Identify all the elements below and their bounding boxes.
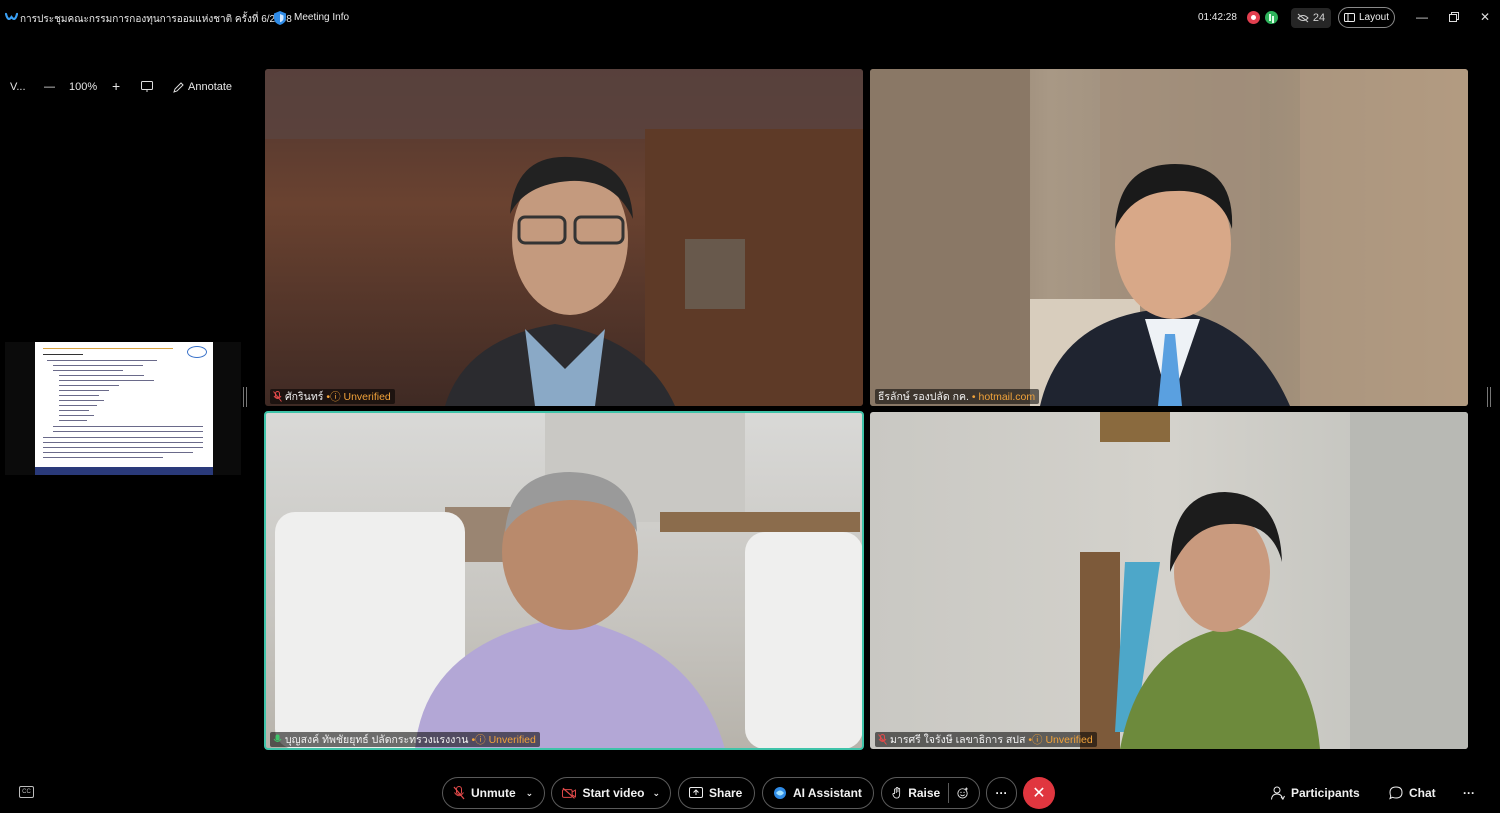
start-video-button[interactable]: Start video ⌄	[551, 777, 671, 809]
view-menu[interactable]: V...	[10, 81, 26, 93]
end-call-button[interactable]: ✕	[1023, 777, 1055, 809]
chevron-down-icon[interactable]: ⌄	[526, 788, 534, 799]
chat-button[interactable]: Chat	[1389, 786, 1436, 800]
captions-icon[interactable]: CC	[19, 786, 34, 798]
hidden-participants-count: 24	[1312, 12, 1326, 24]
unmute-label: Unmute	[471, 786, 516, 800]
shield-icon[interactable]	[273, 10, 287, 26]
eye-off-icon	[1297, 13, 1309, 23]
annotate-button[interactable]: Annotate	[173, 81, 232, 93]
hand-icon	[892, 787, 901, 799]
chevron-down-icon[interactable]: ⌄	[652, 788, 660, 799]
mic-active-icon	[273, 734, 282, 742]
shared-content-thumbnail[interactable]	[5, 342, 241, 475]
verification-status: •ⓘ Unverified	[326, 391, 391, 403]
network-health-icon[interactable]	[1265, 11, 1278, 24]
hidden-participants-button[interactable]: 24	[1291, 8, 1331, 28]
share-label: Share	[709, 786, 743, 800]
participant-name-tag: บุญสงค์ ทัพชัยยุทธ์ ปลัดกระทรวงแรงงาน •ⓘ…	[270, 732, 540, 747]
pen-icon	[173, 81, 184, 93]
layout-label: Layout	[1358, 12, 1390, 23]
video-tile-3[interactable]: บุญสงค์ ทัพชัยยุทธ์ ปลัดกระทรวงแรงงาน •ⓘ…	[264, 411, 864, 750]
participant-video	[870, 69, 1468, 406]
left-splitter[interactable]	[243, 387, 247, 407]
participant-video	[265, 69, 863, 406]
participant-name-tag: ธีรลักษ์ รองปลัด กค. • hotmail.com	[875, 389, 1040, 404]
verification-status: •ⓘ Unverified	[471, 734, 536, 746]
close-icon[interactable]: ✕	[1477, 9, 1493, 25]
participant-name: ศักรินทร์	[285, 391, 324, 403]
ai-assistant-button[interactable]: AI Assistant	[762, 777, 874, 809]
participants-label: Participants	[1291, 786, 1360, 800]
meeting-info-button[interactable]: Meeting Info	[294, 12, 349, 23]
content-toolbar: V... — 100% + Annotate	[0, 38, 300, 94]
recording-icon[interactable]	[1247, 11, 1260, 24]
meeting-title: การประชุมคณะกรรมการกองทุนการออมแห่งชาติ …	[20, 14, 292, 25]
more-icon: ···	[995, 786, 1008, 800]
raise-label: Raise	[908, 786, 941, 800]
zoom-in-icon[interactable]: +	[112, 78, 120, 94]
zoom-level: 100%	[69, 81, 98, 93]
mic-muted-icon	[273, 391, 282, 402]
participant-video	[275, 412, 863, 749]
ai-assistant-icon	[774, 787, 786, 799]
webex-logo-icon	[5, 12, 18, 20]
restore-icon[interactable]	[1446, 9, 1462, 25]
shared-slide	[35, 342, 213, 475]
raise-hand-button[interactable]: Raise	[881, 777, 980, 809]
reactions-icon[interactable]	[957, 786, 969, 800]
participant-domain: • hotmail.com	[971, 390, 1036, 403]
close-icon: ✕	[1032, 785, 1046, 802]
minimize-icon[interactable]: —	[1414, 9, 1430, 25]
more-options-button[interactable]: ···	[986, 777, 1017, 809]
layout-icon	[1343, 13, 1355, 22]
unmute-button[interactable]: Unmute ⌄	[442, 777, 545, 809]
mic-muted-icon	[453, 786, 465, 800]
overflow-menu-button[interactable]: ···	[1463, 786, 1475, 800]
participants-button[interactable]: Participants	[1271, 786, 1360, 800]
title-bar: การประชุมคณะกรรมการกองทุนการออมแห่งชาติ …	[0, 0, 1500, 36]
right-splitter[interactable]	[1487, 387, 1491, 407]
mic-muted-icon	[878, 734, 887, 745]
share-button[interactable]: Share	[678, 777, 755, 809]
screen-options-icon[interactable]	[141, 81, 153, 95]
slide-logo-icon	[187, 346, 207, 358]
verification-status: •ⓘ Unverified	[1028, 734, 1093, 746]
participant-name-tag: มารศรี ใจรังษี เลขาธิการ สปส •ⓘ Unverifi…	[875, 732, 1097, 747]
ai-assistant-label: AI Assistant	[793, 786, 862, 800]
video-tile-4[interactable]: มารศรี ใจรังษี เลขาธิการ สปส •ⓘ Unverifi…	[870, 412, 1468, 749]
video-tile-1[interactable]: ศักรินทร์ •ⓘ Unverified	[265, 69, 863, 406]
chat-icon	[1389, 786, 1403, 800]
participants-icon	[1271, 786, 1285, 800]
start-video-label: Start video	[582, 786, 645, 800]
slide-footer	[35, 467, 213, 475]
participant-name-tag: ศักรินทร์ •ⓘ Unverified	[270, 389, 395, 404]
participant-video	[1080, 412, 1468, 749]
meeting-timer: 01:42:28	[1198, 12, 1237, 23]
video-off-icon	[562, 787, 576, 799]
chat-label: Chat	[1409, 786, 1436, 800]
video-tile-2[interactable]: ธีรลักษ์ รองปลัด กค. • hotmail.com	[870, 69, 1468, 406]
share-icon	[689, 787, 703, 798]
layout-button[interactable]: Layout	[1338, 7, 1395, 28]
participant-name: ธีรลักษ์ รองปลัด กค.	[878, 391, 969, 403]
participant-name: มารศรี ใจรังษี เลขาธิการ สปส	[890, 734, 1026, 746]
participant-name: บุญสงค์ ทัพชัยยุทธ์ ปลัดกระทรวงแรงงาน	[285, 734, 469, 746]
annotate-label: Annotate	[188, 81, 233, 93]
zoom-out-icon[interactable]: —	[44, 81, 55, 93]
overflow-icon: ···	[1463, 786, 1475, 800]
